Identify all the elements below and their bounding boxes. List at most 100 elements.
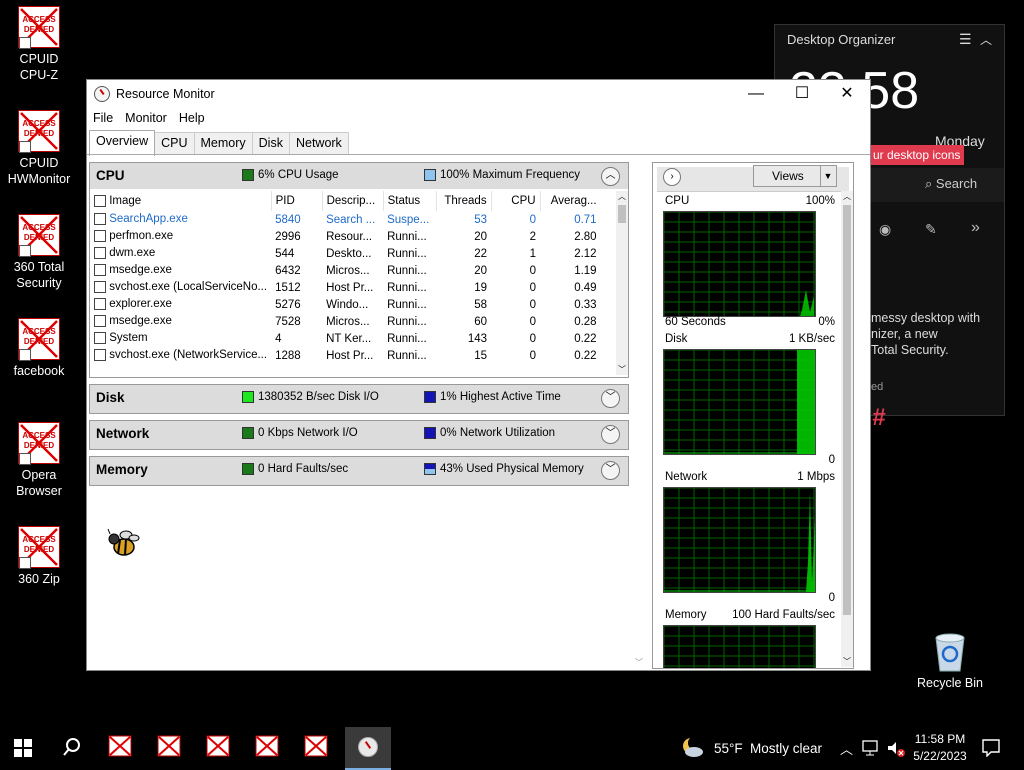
graph-panel-scrollbar[interactable]: ︿ ﹀	[841, 191, 853, 667]
weather-desc[interactable]: Mostly clear	[750, 741, 822, 756]
weather-moon-icon[interactable]	[680, 736, 704, 761]
table-row[interactable]: svchost.exe (LocalServiceNo... 1512 Host P…	[90, 279, 601, 296]
maximize-button[interactable]: ☐	[779, 80, 825, 108]
graph-network-label: Network	[665, 471, 708, 483]
desktop-icon[interactable]: ACCESS DENIED facebook	[4, 318, 74, 379]
weather-temp[interactable]: 55°F	[714, 741, 743, 756]
select-all-checkbox[interactable]	[94, 194, 106, 207]
title-bar[interactable]: Resource Monitor — ☐ ✕	[87, 80, 870, 108]
table-row[interactable]: perfmon.exe 2996 Resour... Runni... 20 2 2.80	[90, 228, 601, 245]
row-checkbox[interactable]	[94, 213, 106, 226]
taskbar-access-denied-icon[interactable]	[157, 735, 183, 759]
disk-graph	[663, 349, 816, 455]
dropdown-arrow-icon[interactable]: ▼	[820, 166, 835, 186]
left-panel-scrollbar[interactable]: ﹀	[633, 162, 645, 668]
menu-help[interactable]: Help	[179, 111, 205, 125]
clock[interactable]: 11:58 PM 5/22/2023	[912, 731, 968, 765]
note-icon[interactable]: ✎	[925, 221, 937, 238]
desktop-icon[interactable]: ACCESS DENIED CPUID CPU-Z	[4, 6, 74, 83]
row-checkbox[interactable]	[94, 281, 106, 294]
col-threads[interactable]: Threads	[436, 191, 492, 211]
table-row[interactable]: svchost.exe (NetworkService... 1288 Host P…	[90, 347, 601, 364]
col-pid[interactable]: PID	[271, 191, 323, 211]
organizer-banner[interactable]: ur desktop icons	[869, 145, 965, 165]
cell-description: Deskto...	[326, 247, 372, 260]
taskbar-access-denied-icon[interactable]	[304, 735, 330, 759]
minimize-button[interactable]: —	[733, 80, 779, 108]
menu-icon[interactable]: ☰	[959, 31, 972, 48]
recycle-bin[interactable]: Recycle Bin	[910, 632, 990, 690]
forward-icon[interactable]: »	[971, 219, 980, 237]
row-checkbox[interactable]	[94, 315, 106, 328]
chevron-up-icon[interactable]: ︿	[840, 739, 853, 758]
scroll-up-icon[interactable]: ︿	[843, 191, 851, 202]
collapse-icon[interactable]: ︿	[980, 31, 992, 48]
tab-network[interactable]: Network	[288, 132, 349, 154]
table-row[interactable]: msedge.exe 6432 Micros... Runni... 20 0 1.19	[90, 262, 601, 279]
chevron-down-icon[interactable]: ﹀	[601, 425, 620, 444]
menu-file[interactable]: File	[93, 111, 113, 125]
scroll-thumb[interactable]	[843, 205, 851, 615]
tab-overview[interactable]: Overview	[89, 130, 156, 156]
cell-threads: 15	[474, 349, 488, 362]
row-checkbox[interactable]	[94, 332, 106, 345]
tab-disk[interactable]: Disk	[251, 132, 290, 154]
cpu-section-header[interactable]: CPU 6% CPU Usage 100% Maximum Frequency …	[90, 163, 628, 189]
col-average[interactable]: Averag...	[540, 191, 601, 211]
chevron-down-icon[interactable]: ﹀	[601, 461, 620, 480]
desktop-icon[interactable]: ACCESS DENIED 360 Total Security	[4, 214, 74, 291]
tab-cpu[interactable]: CPU	[154, 132, 195, 154]
desktop-icon[interactable]: ACCESS DENIED 360 Zip	[4, 526, 74, 587]
volume-muted-icon[interactable]	[886, 740, 906, 761]
table-row[interactable]: explorer.exe 5276 Windo... Runni... 58 0 0.33	[90, 296, 601, 313]
chevron-down-icon[interactable]: ﹀	[601, 389, 620, 408]
network-section[interactable]: Network 0 Kbps Network I/O 0% Network Ut…	[89, 420, 629, 450]
cell-average: 0.33	[574, 298, 597, 311]
table-row[interactable]: dwm.exe 544 Deskto... Runni... 22 1 2.12	[90, 245, 601, 262]
eye-icon[interactable]: ◉	[879, 221, 891, 238]
views-dropdown[interactable]: Views ▼	[753, 165, 837, 187]
col-cpu[interactable]: CPU	[491, 191, 541, 211]
taskbar-access-denied-icon[interactable]	[108, 735, 134, 759]
process-table-scrollbar[interactable]: ︿ ﹀	[616, 191, 628, 375]
cell-pid: 6432	[275, 264, 301, 277]
close-button[interactable]: ✕	[824, 80, 870, 108]
scroll-down-icon[interactable]: ﹀	[618, 364, 626, 375]
cell-description: Micros...	[326, 264, 370, 277]
table-row[interactable]: SearchApp.exe 5840 Search ... Suspe... 53 0 0.…	[90, 211, 601, 228]
row-checkbox[interactable]	[94, 349, 106, 362]
scroll-thumb[interactable]	[618, 205, 626, 223]
scroll-down-icon[interactable]: ﹀	[843, 656, 851, 667]
network-graph	[663, 487, 816, 593]
scroll-down-icon[interactable]: ﹀	[635, 657, 643, 668]
col-status[interactable]: Status	[383, 191, 437, 211]
notification-icon[interactable]	[982, 739, 1000, 760]
cell-pid: 1288	[275, 349, 301, 362]
menu-monitor[interactable]: Monitor	[125, 111, 167, 125]
desktop-icon[interactable]: ACCESS DENIED CPUID HWMonitor	[4, 110, 74, 187]
taskbar-access-denied-icon[interactable]	[206, 735, 232, 759]
search-icon[interactable]	[62, 737, 82, 760]
organizer-search[interactable]: ⌕ Search	[925, 176, 977, 192]
cell-average: 1.19	[574, 264, 597, 277]
taskbar-access-denied-icon[interactable]	[255, 735, 281, 759]
expand-graphs-icon[interactable]: ›	[663, 168, 681, 186]
scroll-up-icon[interactable]: ︿	[618, 191, 626, 202]
taskbar-resource-monitor[interactable]	[345, 727, 391, 770]
table-row[interactable]: msedge.exe 7528 Micros... Runni... 60 0 0.28	[90, 313, 601, 330]
windows-start-icon[interactable]	[14, 739, 32, 760]
row-checkbox[interactable]	[94, 264, 106, 277]
table-row[interactable]: System 4 NT Ker... Runni... 143 0 0.22	[90, 330, 601, 347]
col-description[interactable]: Descrip...	[322, 191, 384, 211]
row-checkbox[interactable]	[94, 230, 106, 243]
shortcut-arrow-icon	[19, 453, 31, 465]
chevron-up-icon[interactable]: ︿	[601, 167, 620, 186]
col-image[interactable]: Image	[109, 195, 141, 207]
memory-section[interactable]: Memory 0 Hard Faults/sec 43% Used Physic…	[89, 456, 629, 486]
row-checkbox[interactable]	[94, 298, 106, 311]
row-checkbox[interactable]	[94, 247, 106, 260]
desktop-icon[interactable]: ACCESS DENIED Opera Browser	[4, 422, 74, 499]
disk-section[interactable]: Disk 1380352 B/sec Disk I/O 1% Highest A…	[89, 384, 629, 414]
tab-memory[interactable]: Memory	[193, 132, 253, 154]
network-icon[interactable]	[862, 740, 880, 759]
